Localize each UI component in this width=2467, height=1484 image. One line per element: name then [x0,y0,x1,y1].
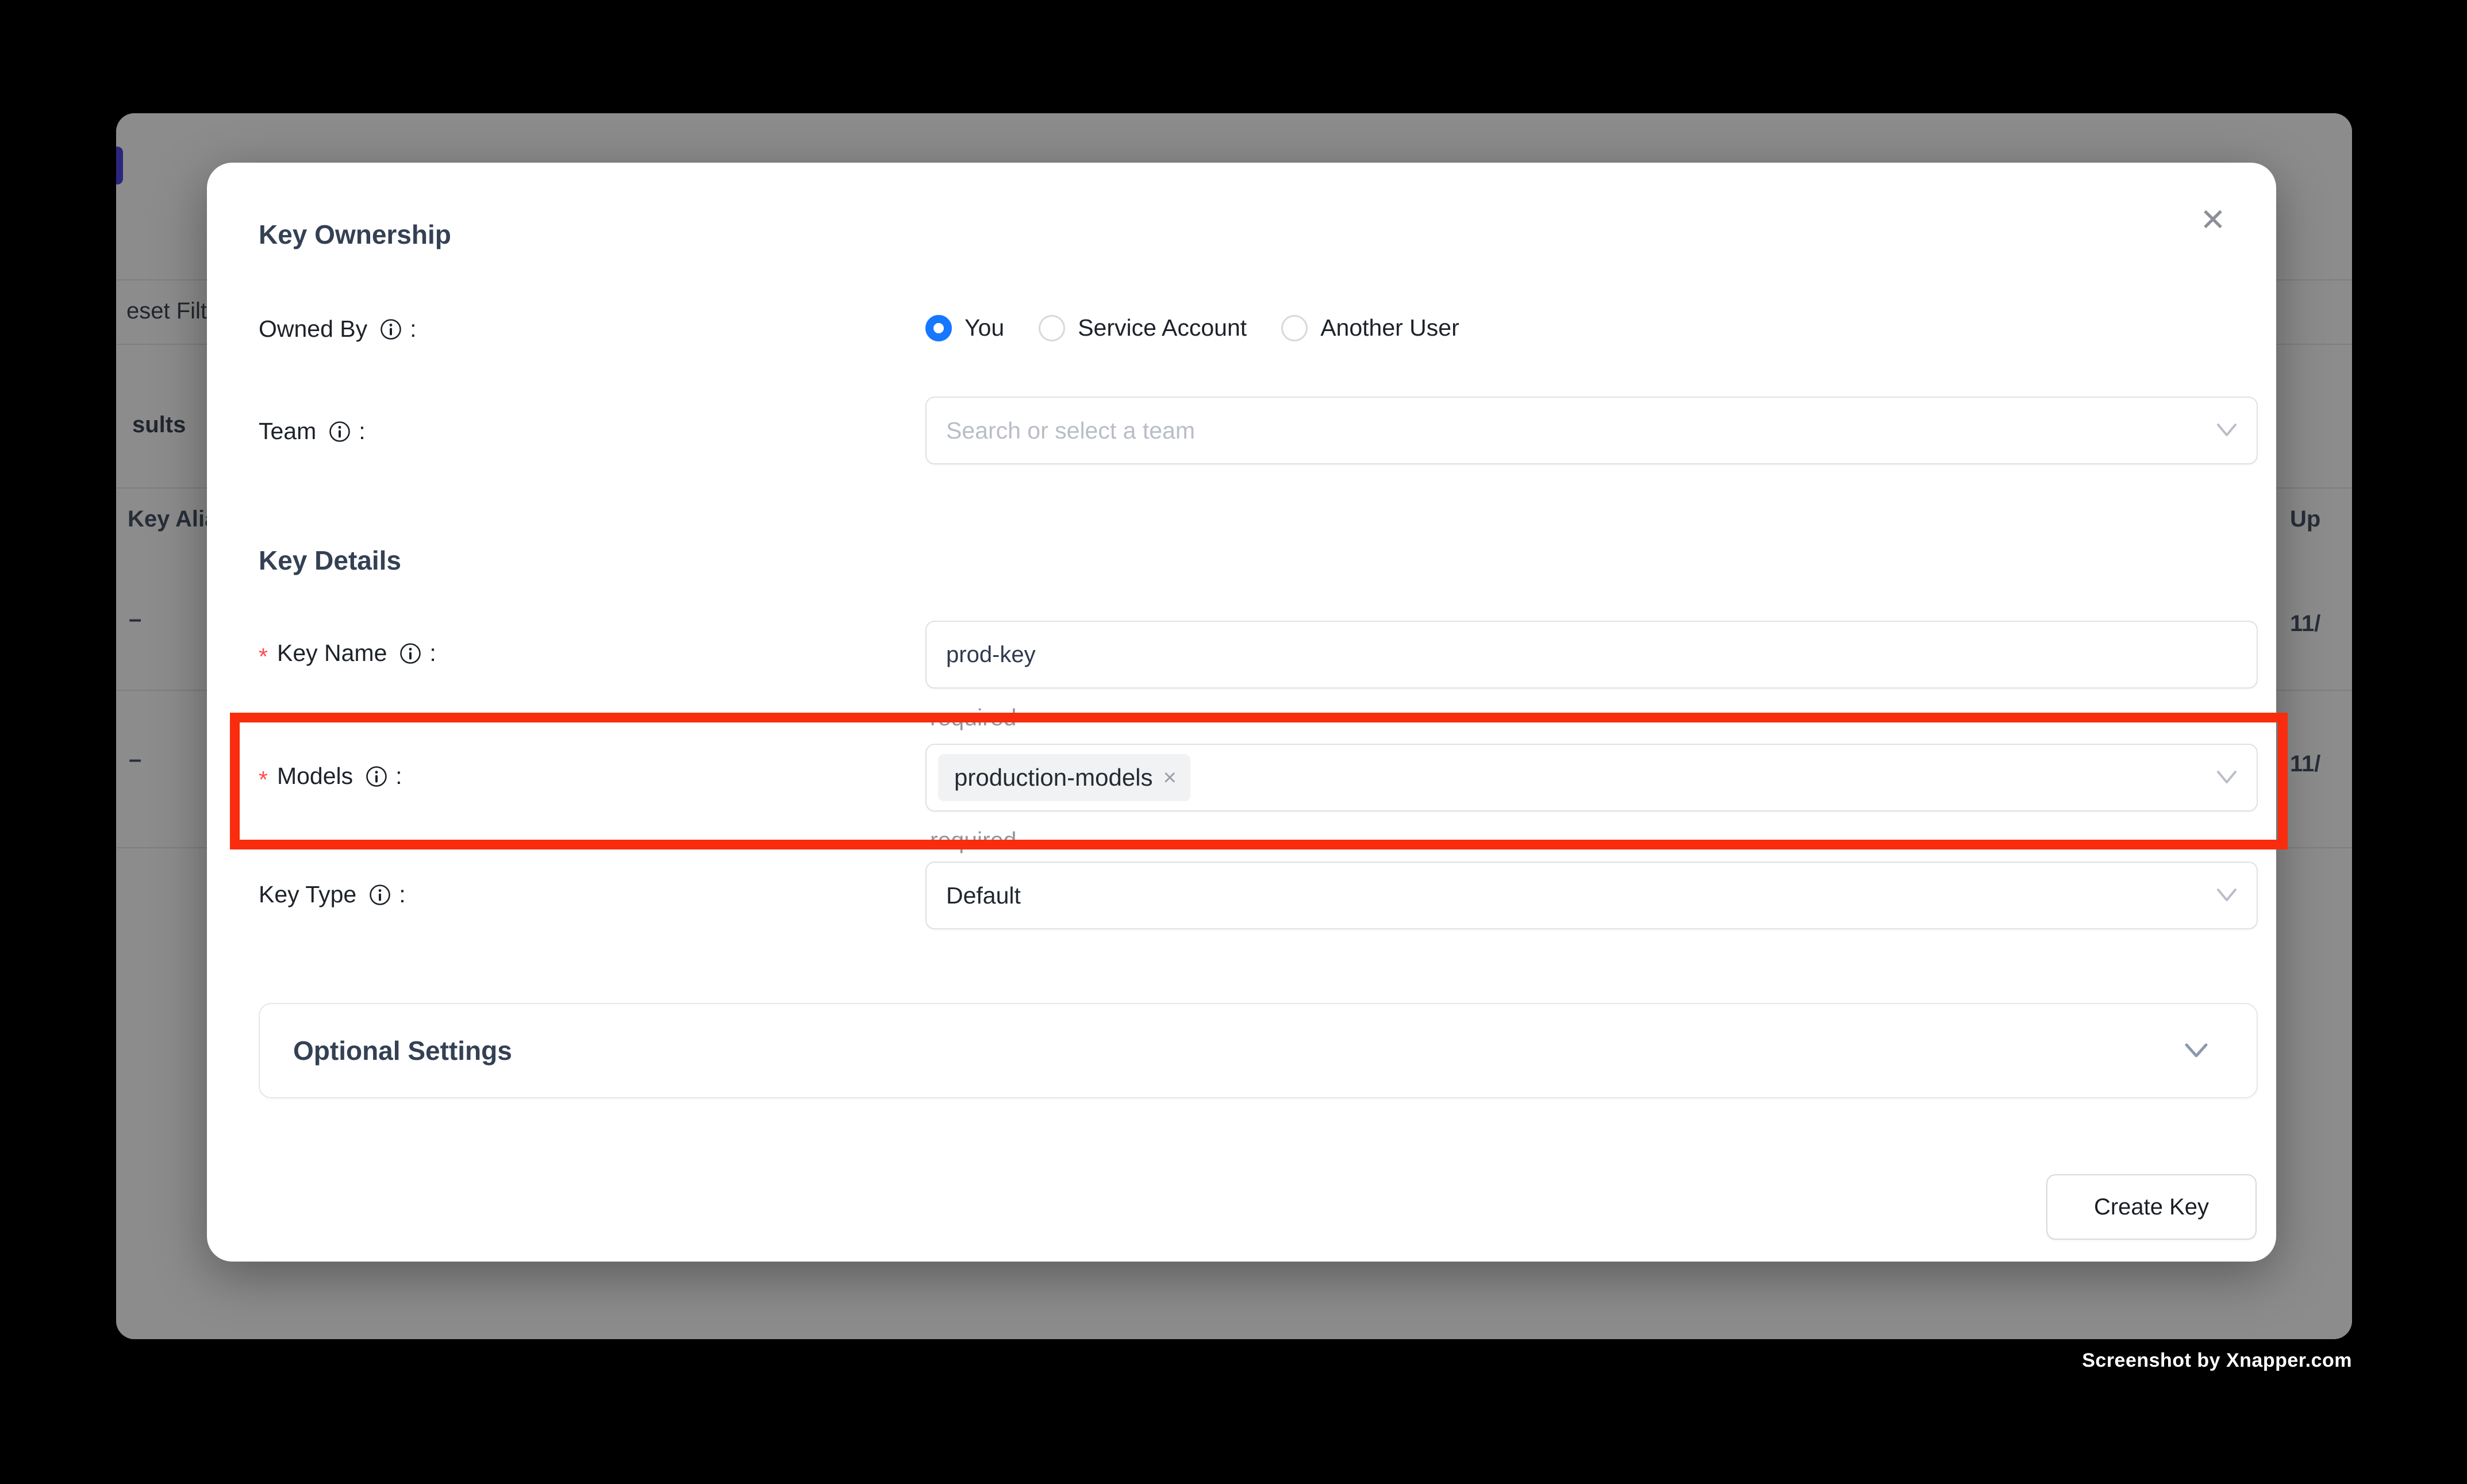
radio-selected-icon[interactable] [925,315,952,341]
key-type-value: Default [946,882,1021,909]
selected-model-tag-label: production-models [954,764,1153,791]
create-key-button[interactable]: Create Key [2046,1174,2257,1240]
remove-tag-icon[interactable]: × [1163,766,1177,789]
models-required-message: required [930,827,1016,854]
chevron-down-icon [2216,770,2237,785]
models-select[interactable]: production-models × [925,744,2258,812]
key-name-label: * Key Name : [259,640,436,667]
info-icon[interactable] [369,884,391,906]
screenshot-canvas: { "ui": { "colon": ":", "required_marker… [0,0,2467,1484]
radio-another-user[interactable]: Another User [1281,314,1459,341]
radio-unselected-icon[interactable] [1039,315,1065,341]
selected-model-tag: production-models × [938,754,1190,801]
owned-by-radio-group: You Service Account Another User [925,314,1459,341]
key-details-heading: Key Details [259,545,401,576]
modal-title: Key Ownership [259,219,451,250]
radio-you[interactable]: You [925,314,1004,341]
chevron-down-icon [2184,1042,2208,1059]
xnapper-watermark: Screenshot by Xnapper.com [2082,1350,2352,1372]
chevron-down-icon [2216,423,2237,438]
optional-settings-title: Optional Settings [293,1035,512,1066]
info-icon[interactable] [399,643,421,664]
chevron-down-icon [2216,888,2237,903]
owned-by-label: Owned By : [259,316,417,343]
app-window: eset Filt sults Key Alia Up – 11/ – 11/ … [116,113,2352,1339]
key-ownership-modal: ✕ Key Ownership Owned By : You Service A… [207,163,2276,1262]
team-select-placeholder: Search or select a team [946,417,1195,444]
models-label: * Models : [259,763,402,790]
team-label: Team : [259,418,366,445]
key-name-required-message: required [930,704,1016,731]
radio-service-account[interactable]: Service Account [1039,314,1247,341]
close-icon[interactable]: ✕ [2192,199,2234,241]
key-type-label: Key Type : [259,881,406,908]
info-icon[interactable] [329,421,351,443]
info-icon[interactable] [380,318,402,340]
key-type-select[interactable]: Default [925,862,2258,929]
team-select[interactable]: Search or select a team [925,397,2258,464]
key-name-input[interactable]: prod-key [925,621,2258,689]
optional-settings-expander[interactable]: Optional Settings [259,1003,2258,1098]
required-asterisk: * [259,643,268,670]
info-icon[interactable] [366,766,387,787]
key-name-value: prod-key [946,642,1036,668]
required-asterisk: * [259,766,268,793]
radio-unselected-icon[interactable] [1281,315,1308,341]
